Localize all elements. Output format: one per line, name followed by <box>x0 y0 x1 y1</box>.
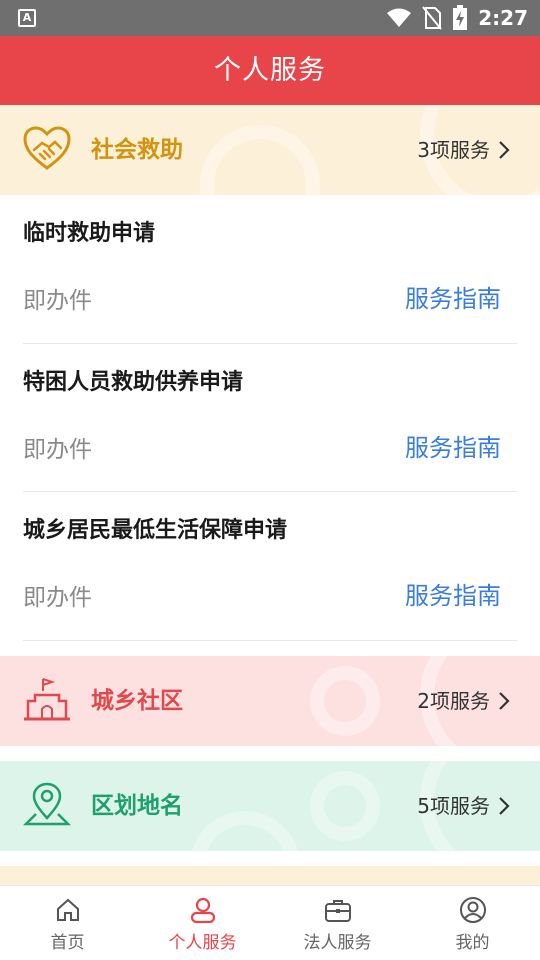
service-type: 即办件 <box>23 288 92 314</box>
category-count: 2项服务 <box>417 689 490 713</box>
chevron-right-icon <box>499 141 510 159</box>
category-partial <box>0 866 540 886</box>
status-bar: A 2:27 <box>0 0 540 36</box>
category-count: 3项服务 <box>417 138 490 162</box>
service-type: 即办件 <box>23 585 92 611</box>
tab-label: 我的 <box>455 933 490 953</box>
status-time: 2:27 <box>478 6 528 30</box>
chevron-right-icon <box>499 692 510 710</box>
tab-label: 首页 <box>50 933 85 953</box>
wifi-icon <box>387 8 412 27</box>
no-sim-icon <box>422 6 443 30</box>
category-count: 5项服务 <box>417 794 490 818</box>
category-title: 城乡社区 <box>91 688 183 714</box>
user-circle-icon <box>459 897 486 923</box>
home-icon <box>56 898 79 921</box>
category-title: 区划地名 <box>91 793 183 819</box>
service-name: 特困人员救助供养申请 <box>23 369 244 395</box>
service-list: 临时救助申请 即办件 服务指南 特困人员救助供养申请 即办件 服务指南 城乡居民… <box>0 195 540 641</box>
service-guide-link[interactable]: 服务指南 <box>405 279 501 314</box>
category-community[interactable]: 城乡社区 2项服务 <box>0 656 540 746</box>
list-item[interactable]: 特困人员救助供养申请 即办件 服务指南 <box>23 344 517 492</box>
tab-label: 法人服务 <box>303 933 372 953</box>
status-icons: 2:27 <box>386 0 528 36</box>
chevron-right-icon <box>499 797 510 815</box>
service-guide-link[interactable]: 服务指南 <box>405 428 501 463</box>
category-title: 社会救助 <box>91 137 183 163</box>
category-place-names[interactable]: 区划地名 5项服务 <box>0 761 540 851</box>
map-pin-icon <box>22 782 72 826</box>
tab-legal-entity-services[interactable]: 法人服务 <box>270 886 405 960</box>
list-item[interactable]: 临时救助申请 即办件 服务指南 <box>23 195 517 344</box>
tab-mine[interactable]: 我的 <box>405 886 540 960</box>
building-flag-icon <box>24 678 70 721</box>
list-item[interactable]: 城乡居民最低生活保障申请 即办件 服务指南 <box>23 492 517 641</box>
service-name: 城乡居民最低生活保障申请 <box>23 518 288 543</box>
notification-a-icon: A <box>18 9 36 27</box>
bottom-tab-bar: 首页 个人服务 法人服务 我的 <box>0 885 540 960</box>
service-guide-link[interactable]: 服务指南 <box>405 576 501 611</box>
person-icon <box>190 897 215 924</box>
category-social-assistance[interactable]: 社会救助 3项服务 <box>0 105 540 195</box>
service-name: 临时救助申请 <box>23 221 156 246</box>
page-title: 个人服务 <box>0 36 540 105</box>
battery-charging-icon <box>453 5 468 30</box>
tab-home[interactable]: 首页 <box>0 886 135 960</box>
tab-personal-services[interactable]: 个人服务 <box>135 886 270 960</box>
tab-label: 个人服务 <box>168 933 237 953</box>
service-type: 即办件 <box>23 436 92 463</box>
briefcase-icon <box>324 900 351 922</box>
handshake-heart-icon <box>23 126 71 170</box>
